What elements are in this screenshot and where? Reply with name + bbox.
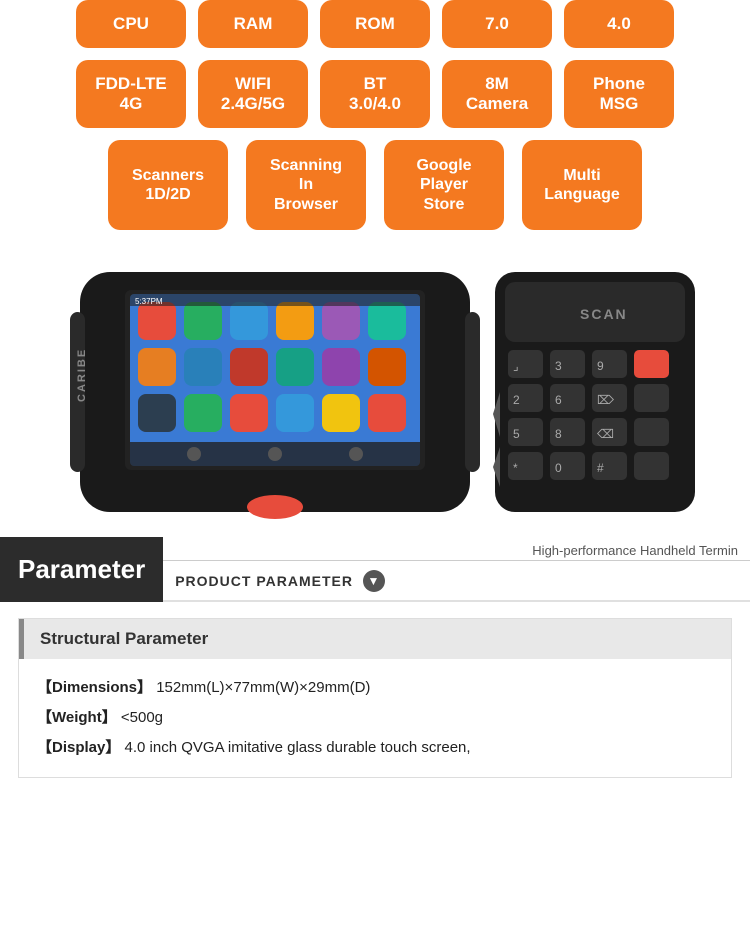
svg-text:5:37PM: 5:37PM — [135, 297, 163, 306]
field-label-dimensions: 【Dimensions】 — [37, 679, 152, 696]
svg-text:6: 6 — [555, 393, 562, 407]
badge-multi-language: Multi Language — [522, 140, 642, 230]
badge-scanning-browser: Scanning In Browser — [246, 140, 366, 230]
badge-bt: BT 3.0/4.0 — [320, 60, 430, 128]
svg-text:⌦: ⌦ — [597, 393, 614, 407]
parameter-tagline: High-performance Handheld Termin — [163, 537, 750, 561]
field-value-dimensions: 152mm(L)×77mm(W)×29mm(D) — [156, 679, 370, 696]
svg-text:3: 3 — [555, 359, 562, 373]
device-section: 5:37PM CARIBE SCAN — [0, 252, 750, 527]
svg-text:SCAN: SCAN — [580, 306, 628, 322]
badges-section: CPU RAM ROM 7.0 4.0 FDD-LTE 4G WIFI 2.4G… — [0, 0, 750, 252]
badge-phone-msg: Phone MSG — [564, 60, 674, 128]
badges-row-2: FDD-LTE 4G WIFI 2.4G/5G BT 3.0/4.0 8M Ca… — [40, 60, 710, 128]
device-image: 5:37PM CARIBE SCAN — [40, 262, 710, 527]
badge-camera: 8M Camera — [442, 60, 552, 128]
field-display: 【Display】 4.0 inch QVGA imitative glass … — [37, 733, 713, 763]
structural-section: Structural Parameter 【Dimensions】 152mm(… — [18, 618, 732, 778]
field-value-weight: <500g — [121, 709, 163, 726]
structural-content: 【Dimensions】 152mm(L)×77mm(W)×29mm(D) 【W… — [19, 659, 731, 777]
svg-text:0: 0 — [555, 461, 562, 475]
parameter-section: Parameter High-performance Handheld Term… — [0, 537, 750, 602]
badges-row-1: CPU RAM ROM 7.0 4.0 — [40, 0, 710, 48]
svg-text:2: 2 — [513, 393, 520, 407]
badges-row-3: Scanners 1D/2D Scanning In Browser Googl… — [40, 140, 710, 230]
field-weight: 【Weight】 <500g — [37, 703, 713, 733]
field-label-weight: 【Weight】 — [37, 709, 117, 726]
badge-android: 7.0 — [442, 0, 552, 48]
badge-wifi: WIFI 2.4G/5G — [198, 60, 308, 128]
down-icon: ▼ — [363, 570, 385, 592]
badge-fdd-lte: FDD-LTE 4G — [76, 60, 186, 128]
svg-text:*: * — [513, 461, 518, 475]
parameter-product-label: PRODUCT PARAMETER ▼ — [163, 562, 750, 602]
svg-text:5: 5 — [513, 427, 520, 441]
badge-ram: RAM — [198, 0, 308, 48]
svg-text:CARIBE: CARIBE — [76, 348, 88, 402]
parameter-right: High-performance Handheld Termin PRODUCT… — [163, 537, 750, 602]
badge-google-store: Google Player Store — [384, 140, 504, 230]
field-dimensions: 【Dimensions】 152mm(L)×77mm(W)×29mm(D) — [37, 673, 713, 703]
badge-rom: ROM — [320, 0, 430, 48]
parameter-label: Parameter — [0, 537, 163, 602]
badge-scanners: Scanners 1D/2D — [108, 140, 228, 230]
field-label-display: 【Display】 — [37, 739, 120, 756]
badge-version: 4.0 — [564, 0, 674, 48]
svg-text:#: # — [597, 461, 604, 475]
svg-text:⌫: ⌫ — [597, 427, 614, 441]
svg-text:⌟: ⌟ — [513, 359, 519, 373]
svg-text:9: 9 — [597, 359, 604, 373]
badge-cpu: CPU — [76, 0, 186, 48]
structural-header: Structural Parameter — [19, 619, 731, 659]
svg-text:8: 8 — [555, 427, 562, 441]
field-value-display: 4.0 inch QVGA imitative glass durable to… — [125, 739, 471, 756]
